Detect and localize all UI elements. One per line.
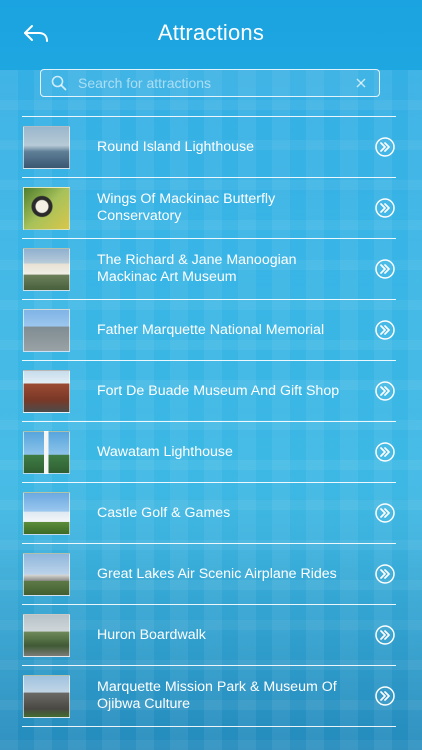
double-chevron-right-icon[interactable] <box>375 625 395 645</box>
double-chevron-right-icon[interactable] <box>375 686 395 706</box>
attraction-thumbnail <box>23 369 70 413</box>
double-chevron-right-icon[interactable] <box>375 259 395 279</box>
list-item[interactable]: The Richard & Jane Manoogian Mackinac Ar… <box>22 239 396 300</box>
list-item[interactable]: Father Marquette National Memorial <box>22 300 396 361</box>
list-item[interactable]: Marquette Mission Park & Museum Of Ojibw… <box>22 666 396 727</box>
list-item[interactable]: Round Island Lighthouse <box>22 117 396 178</box>
double-chevron-right-icon[interactable] <box>375 381 395 401</box>
clear-search-button[interactable] <box>353 75 369 91</box>
attraction-name: Wings Of Mackinac Butterfly Conservatory <box>97 191 276 224</box>
attraction-thumbnail <box>23 247 70 291</box>
attraction-name: Marquette Mission Park & Museum Of Ojibw… <box>97 679 337 712</box>
attraction-thumbnail <box>23 674 70 718</box>
attractions-list: Round Island Lighthouse Wings Of Mackina… <box>22 116 396 727</box>
attraction-thumbnail <box>23 125 70 169</box>
attraction-name: The Richard & Jane Manoogian Mackinac Ar… <box>97 252 297 285</box>
attraction-thumbnail <box>23 491 70 535</box>
attraction-name: Huron Boardwalk <box>97 626 206 643</box>
list-item[interactable]: Wings Of Mackinac Butterfly Conservatory <box>22 178 396 239</box>
list-item[interactable]: Castle Golf & Games <box>22 483 396 544</box>
double-chevron-right-icon[interactable] <box>375 137 395 157</box>
attraction-thumbnail <box>23 613 70 657</box>
search-input[interactable] <box>78 75 353 91</box>
search-icon <box>51 75 67 91</box>
double-chevron-right-icon[interactable] <box>375 198 395 218</box>
attraction-name: Castle Golf & Games <box>97 504 231 521</box>
attraction-thumbnail <box>23 430 70 474</box>
attraction-thumbnail <box>23 308 70 352</box>
double-chevron-right-icon[interactable] <box>375 442 395 462</box>
list-item[interactable]: Fort De Buade Museum And Gift Shop <box>22 361 396 422</box>
attraction-name: Father Marquette National Memorial <box>97 321 325 338</box>
attraction-name: Fort De Buade Museum And Gift Shop <box>97 382 340 399</box>
search-bar <box>40 69 380 97</box>
attraction-thumbnail <box>23 186 70 230</box>
header: Attractions <box>0 0 422 66</box>
attraction-name: Great Lakes Air Scenic Airplane Rides <box>97 565 337 582</box>
list-item[interactable]: Wawatam Lighthouse <box>22 422 396 483</box>
list-item[interactable]: Great Lakes Air Scenic Airplane Rides <box>22 544 396 605</box>
double-chevron-right-icon[interactable] <box>375 564 395 584</box>
double-chevron-right-icon[interactable] <box>375 503 395 523</box>
attraction-name: Round Island Lighthouse <box>97 138 254 155</box>
clear-icon <box>356 78 366 88</box>
double-chevron-right-icon[interactable] <box>375 320 395 340</box>
attraction-thumbnail <box>23 552 70 596</box>
list-item[interactable]: Huron Boardwalk <box>22 605 396 666</box>
page-title: Attractions <box>157 20 265 45</box>
attraction-name: Wawatam Lighthouse <box>97 443 233 460</box>
